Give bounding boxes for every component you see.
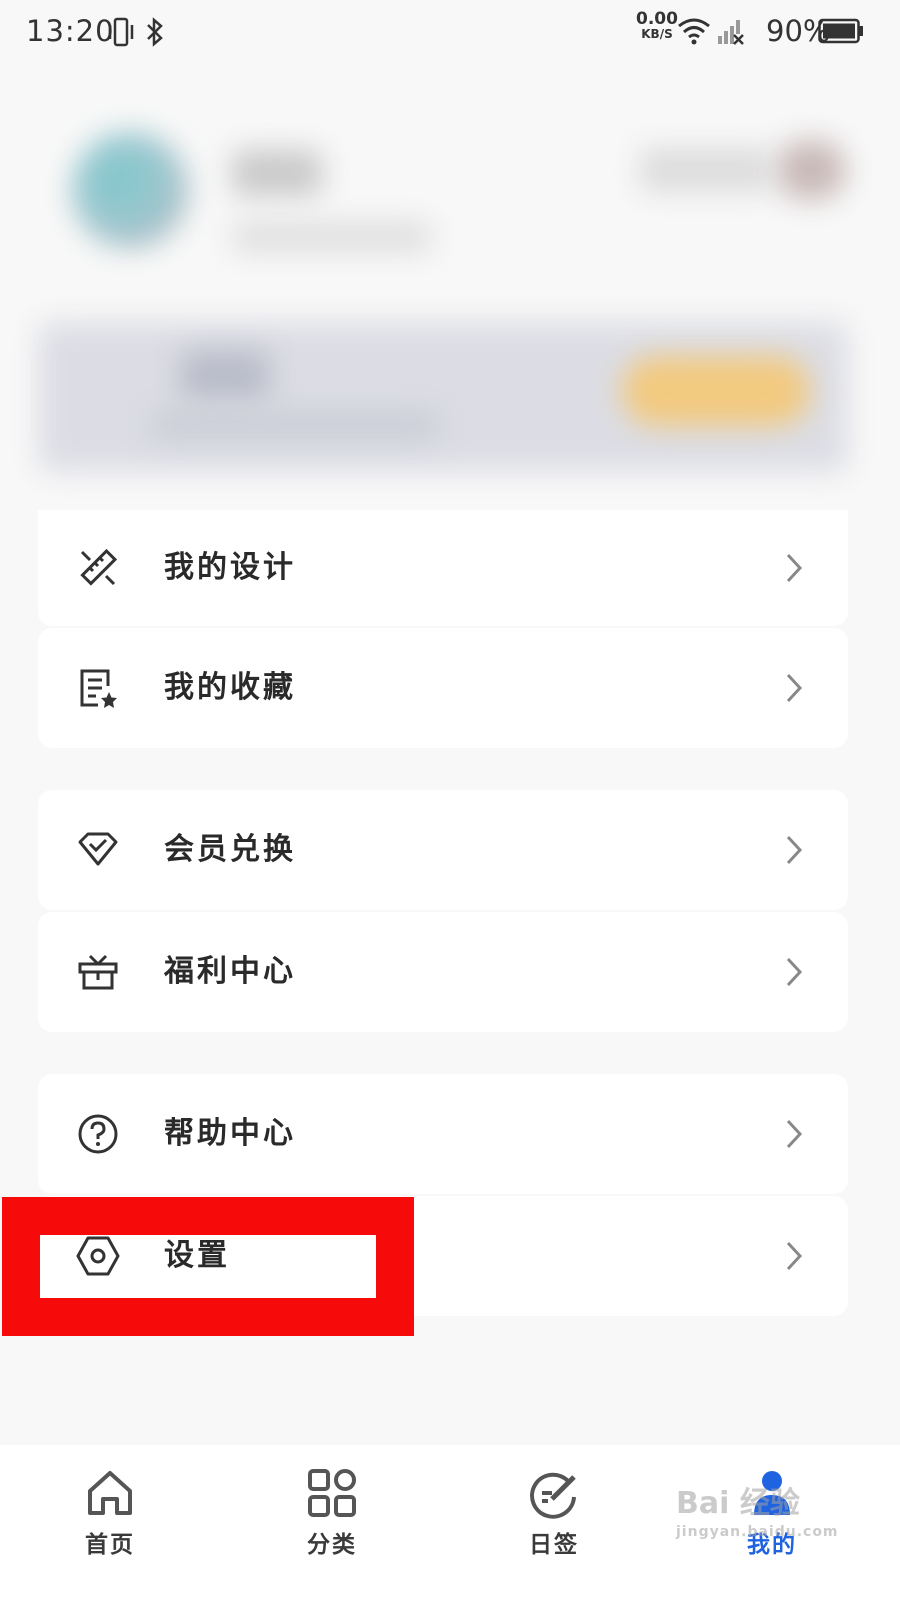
menu-item-help-center[interactable]: 帮助中心: [38, 1074, 848, 1194]
home-icon: [88, 1471, 132, 1515]
signal-no-service-icon: [718, 20, 744, 45]
net-speed-unit: KB/S: [641, 27, 673, 41]
nav-item-category[interactable]: 分类: [272, 1467, 392, 1587]
bluetooth-icon: [147, 17, 163, 47]
username-blurred: [232, 150, 322, 196]
menu-item-welfare-center[interactable]: 福利中心: [38, 912, 848, 1032]
vip-open-button-blurred[interactable]: [622, 356, 810, 426]
diamond-icon: [78, 832, 118, 866]
vibrate-icon: [108, 17, 134, 47]
net-speed: 0.00 KB/S: [636, 9, 678, 42]
help-icon: [78, 1114, 118, 1154]
nav-item-daily-sign[interactable]: 日签: [494, 1467, 614, 1587]
status-bar: 13:20 0.00 KB/S 90%: [0, 0, 900, 64]
menu-label: 福利中心: [164, 954, 296, 989]
nav-label: 日签: [529, 1531, 579, 1558]
profile-action-icon-blurred[interactable]: [776, 140, 846, 200]
category-grid-icon: [308, 1469, 356, 1517]
nav-label: 分类: [307, 1531, 357, 1558]
menu-item-my-favorites[interactable]: 我的收藏: [38, 628, 848, 748]
menu-item-settings[interactable]: 设置: [38, 1196, 848, 1316]
menu-label: 设置: [164, 1238, 230, 1273]
design-ruler-icon: [80, 548, 118, 586]
chevron-right-icon: [786, 553, 803, 583]
chevron-right-icon: [786, 835, 803, 865]
status-time: 13:20: [26, 14, 115, 48]
vip-card-text-blurred: [150, 412, 440, 438]
avatar[interactable]: [72, 132, 188, 248]
chevron-right-icon: [786, 957, 803, 987]
wifi-icon: [678, 18, 710, 45]
vip-card-title-blurred: [180, 350, 270, 400]
menu-label: 我的设计: [164, 550, 296, 585]
gift-icon: [78, 954, 118, 990]
chevron-right-icon: [786, 1119, 803, 1149]
menu-label: 帮助中心: [164, 1116, 296, 1151]
profile-action-blurred[interactable]: [640, 148, 770, 192]
menu-label: 我的收藏: [164, 670, 296, 705]
settings-hexagon-icon: [76, 1236, 120, 1276]
baidu-jingyan-watermark: Bai 经验 jingyan.baidu.com: [676, 1478, 856, 1558]
menu-label: 会员兑换: [164, 832, 296, 867]
favorites-list-icon: [80, 669, 117, 708]
user-subtitle-blurred: [232, 222, 432, 252]
chevron-right-icon: [786, 1241, 803, 1271]
menu-item-vip-redeem[interactable]: 会员兑换: [38, 790, 848, 910]
nav-label: 首页: [85, 1531, 135, 1558]
daily-sign-icon: [530, 1472, 576, 1519]
nav-item-home[interactable]: 首页: [50, 1467, 170, 1587]
watermark-sub: jingyan.baidu.com: [676, 1524, 839, 1540]
watermark-text: Bai 经验: [676, 1486, 800, 1521]
net-speed-value: 0.00: [636, 9, 678, 29]
profile-screen: 13:20 0.00 KB/S 90% 我的设计 我的收藏 会员兑换 福利中心 …: [0, 0, 900, 1600]
battery-icon: [818, 18, 863, 44]
menu-item-my-design[interactable]: 我的设计: [38, 510, 848, 626]
chevron-right-icon: [786, 673, 803, 703]
